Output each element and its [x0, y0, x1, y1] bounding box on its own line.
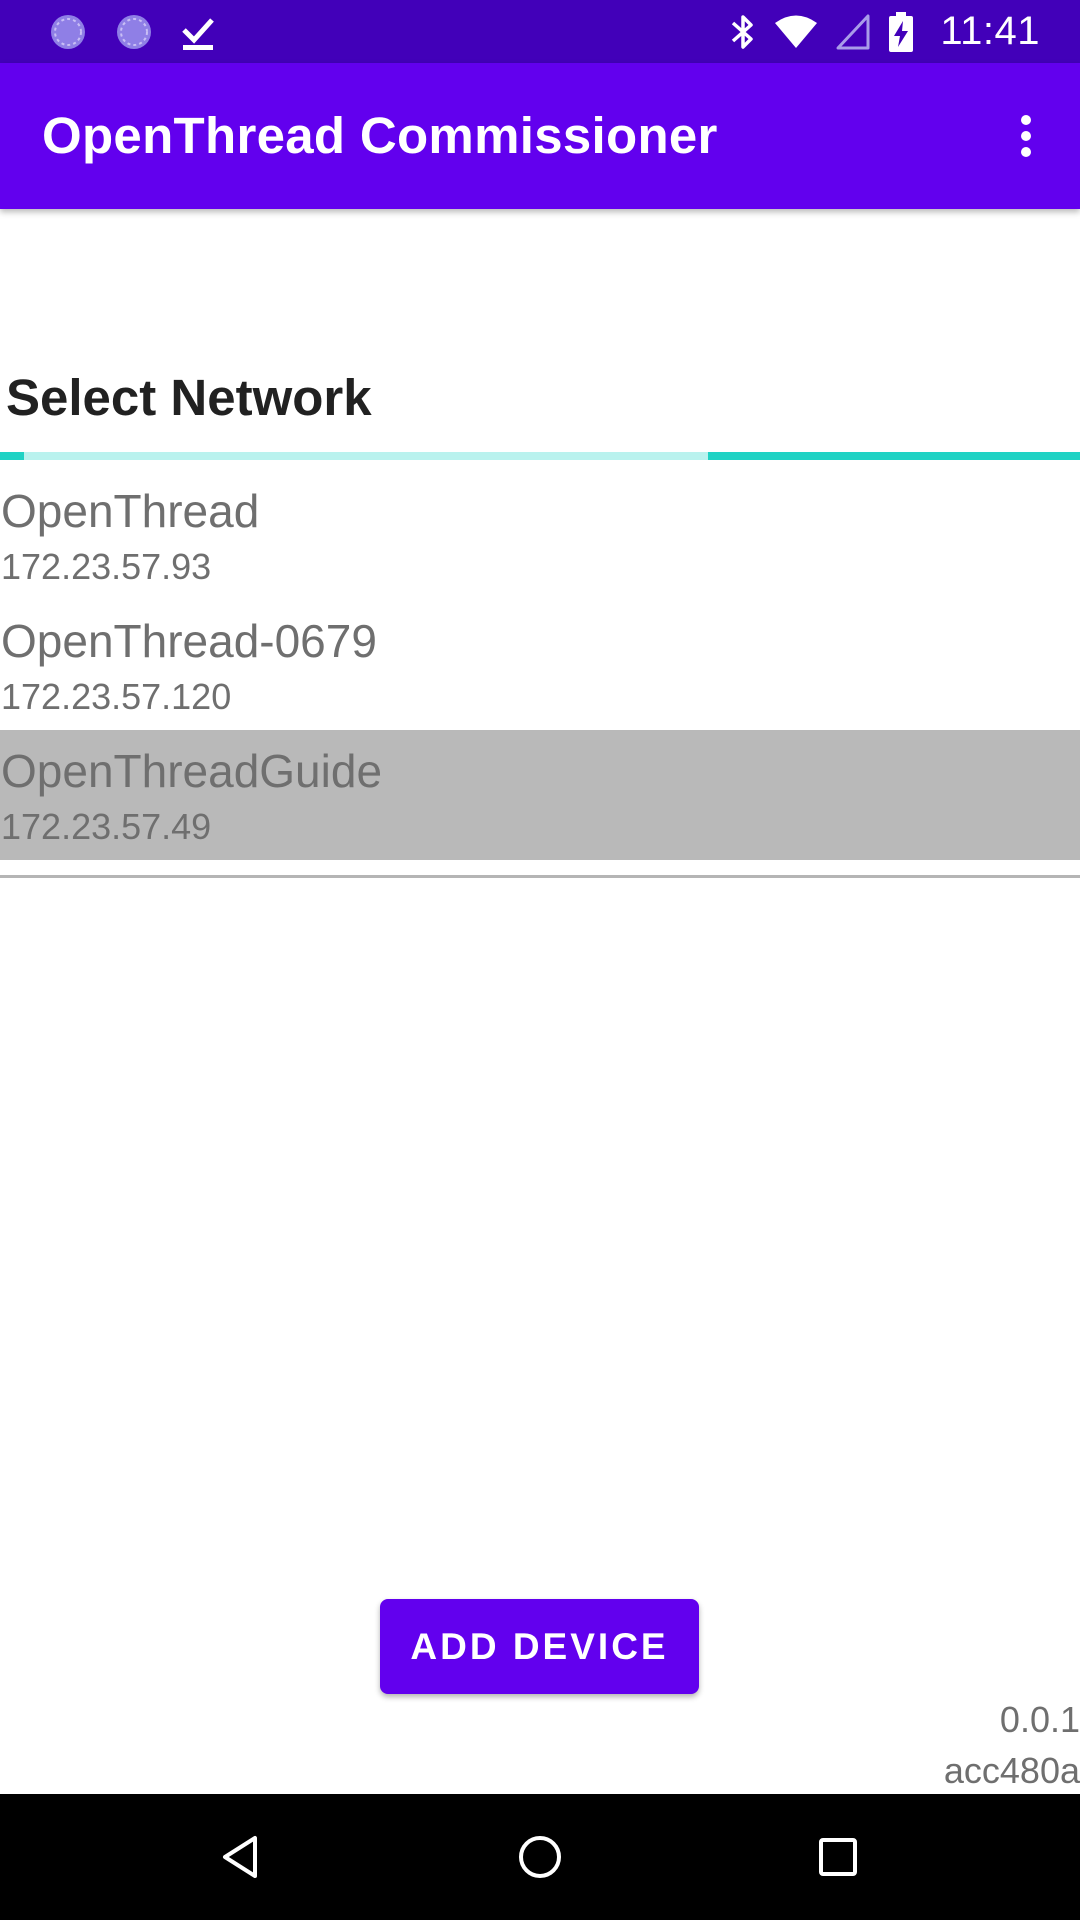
list-divider: [0, 875, 1080, 878]
status-bar: 11:41: [0, 0, 1080, 63]
scan-progress-indicator: [0, 452, 1080, 460]
app-bar: OpenThread Commissioner: [0, 63, 1080, 209]
section-title: Select Network: [6, 369, 372, 426]
version-commit: acc480a: [943, 1750, 1080, 1791]
battery-charging-icon: [888, 11, 914, 53]
notification-icons: [48, 10, 216, 54]
network-list-item-selected[interactable]: OpenThreadGuide 172.23.57.49: [0, 730, 1080, 860]
version-number: 0.0.1: [999, 1699, 1080, 1740]
wifi-icon: [774, 14, 818, 50]
download-done-icon: [180, 12, 216, 52]
network-name: OpenThreadGuide: [1, 745, 383, 797]
sync-icon: [114, 12, 154, 52]
network-list-item[interactable]: OpenThread-0679 172.23.57.120: [0, 600, 1080, 730]
sync-icon: [48, 12, 88, 52]
home-icon[interactable]: [510, 1827, 570, 1887]
app-title: OpenThread Commissioner: [42, 107, 718, 164]
network-name: OpenThread-0679: [1, 615, 377, 667]
add-device-button[interactable]: ADD DEVICE: [380, 1599, 699, 1694]
version-info: 0.0.1 acc480a: [944, 1694, 1080, 1796]
network-list-item[interactable]: OpenThread 172.23.57.93: [0, 470, 1080, 600]
cellular-signal-icon: [836, 14, 870, 50]
system-icons: 11:41: [730, 0, 1040, 63]
network-address: 172.23.57.120: [1, 676, 232, 717]
clock: 11:41: [940, 9, 1040, 53]
network-address: 172.23.57.93: [1, 546, 212, 587]
network-list: OpenThread 172.23.57.93 OpenThread-0679 …: [0, 470, 1080, 860]
network-address: 172.23.57.49: [1, 806, 212, 847]
bluetooth-icon: [730, 12, 756, 52]
progress-segment-right: [708, 452, 1080, 460]
back-icon[interactable]: [211, 1827, 271, 1887]
recents-icon[interactable]: [808, 1827, 868, 1887]
network-name: OpenThread: [1, 485, 260, 537]
progress-segment-left: [0, 452, 24, 460]
navigation-bar: [0, 1794, 1080, 1920]
more-vert-icon[interactable]: [990, 100, 1062, 172]
